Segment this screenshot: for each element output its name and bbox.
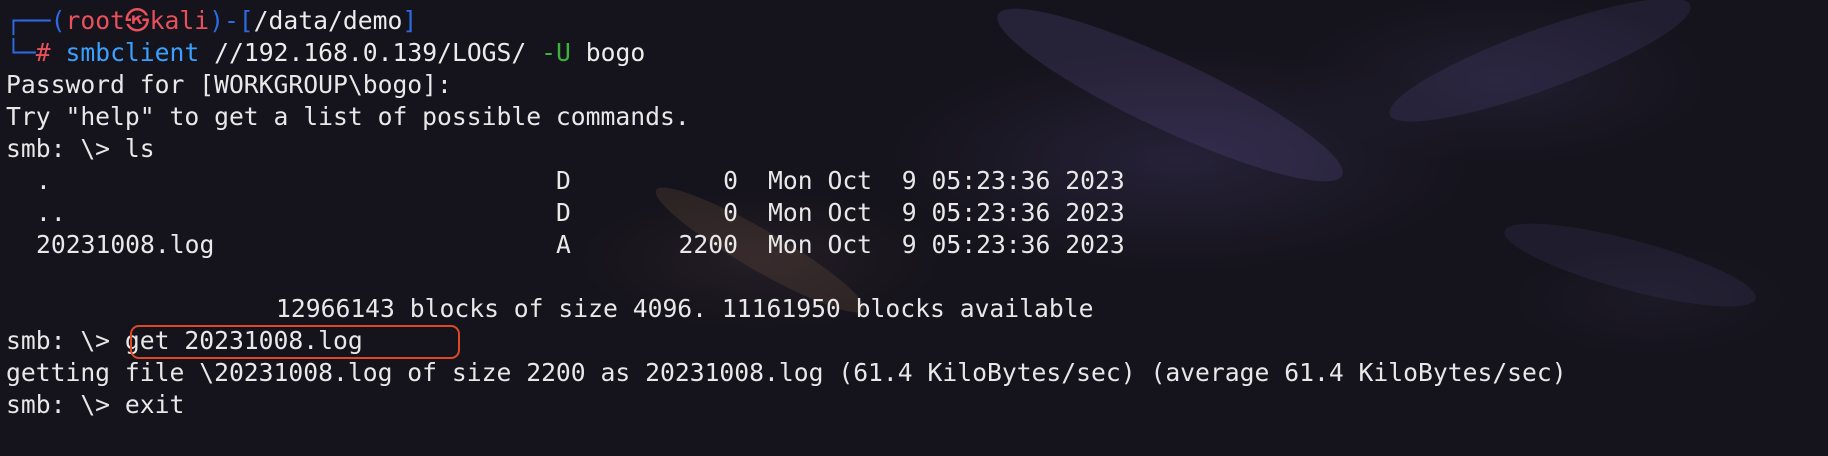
prompt-line-top: ┌──(root㉿kali)-[/data/demo] [6, 5, 1567, 37]
prompt-bracket: ] [402, 6, 418, 35]
help-hint: Try "help" to get a list of possible com… [6, 102, 690, 131]
listing-size: 0 [723, 198, 738, 227]
prompt-host: kali [149, 6, 210, 35]
listing-name: .. [36, 198, 66, 227]
smb-prompt: smb: \> [6, 134, 125, 163]
smb-line-exit: smb: \> exit [6, 389, 1567, 421]
listing-attr: D [556, 198, 571, 227]
prompt-paren: ( [50, 6, 66, 35]
prompt-corner: ┌── [6, 6, 51, 35]
prompt-user: root [65, 6, 125, 35]
listing-name: 20231008.log [36, 230, 215, 259]
listing-date: Mon Oct 9 05:23:36 2023 [768, 198, 1125, 227]
prompt-separator: )-[ [209, 6, 254, 35]
smb-line-ls: smb: \> ls [6, 133, 1567, 165]
get-command-highlight-box [130, 325, 460, 359]
listing-attr: D [556, 166, 571, 195]
command-target: //192.168.0.139/LOGS/ [214, 38, 527, 67]
command-flag: -U [541, 38, 571, 67]
smb-prompt: smb: \> [6, 390, 125, 419]
command-program: smbclient [65, 38, 200, 67]
prompt-hash: # [35, 38, 51, 67]
terminal-window[interactable]: ┌──(root㉿kali)-[/data/demo] └─# smbclien… [0, 0, 1828, 456]
listing-size: 2200 [678, 230, 738, 259]
listing-row: 20231008.log A 2200 Mon Oct 9 05:23:36 2023 [6, 229, 1567, 261]
command-line[interactable]: └─# smbclient //192.168.0.139/LOGS/ -U b… [6, 37, 1567, 69]
exit-command: exit [124, 390, 185, 419]
blocks-summary: 12966143 blocks of size 4096. 11161950 b… [6, 293, 1567, 325]
getting-file-output: getting file \20231008.log of size 2200 … [6, 358, 1567, 387]
command-user: bogo [585, 38, 646, 67]
prompt-at-icon: ㉿ [124, 6, 150, 35]
blocks-summary-text: 12966143 blocks of size 4096. 11161950 b… [276, 294, 1094, 323]
prompt-path: /data/demo [253, 6, 403, 35]
listing-date: Mon Oct 9 05:23:36 2023 [768, 230, 1125, 259]
smb-prompt: smb: \> [6, 326, 125, 355]
listing-size: 0 [723, 166, 738, 195]
prompt-corner-bottom: └─ [6, 38, 36, 67]
listing-attr: A [556, 230, 571, 259]
listing-name: . [36, 166, 51, 195]
password-prompt: Password for [WORKGROUP\bogo]: [6, 70, 452, 99]
listing-date: Mon Oct 9 05:23:36 2023 [768, 166, 1125, 195]
listing-row: .. D 0 Mon Oct 9 05:23:36 2023 [6, 197, 1567, 229]
listing-row: . D 0 Mon Oct 9 05:23:36 2023 [6, 165, 1567, 197]
ls-command: ls [124, 134, 155, 163]
